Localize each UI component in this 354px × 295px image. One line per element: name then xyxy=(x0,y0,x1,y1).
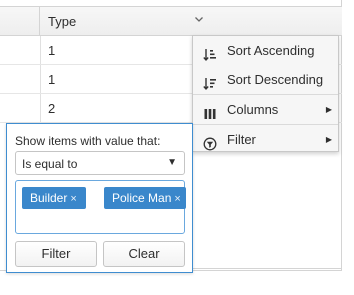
value-tag-builder[interactable]: Builder × xyxy=(22,187,86,209)
sort-descending-icon xyxy=(203,72,217,91)
chevron-down-icon[interactable] xyxy=(192,14,206,28)
menu-item-label: Columns xyxy=(227,102,279,117)
menu-item-sort-descending[interactable]: Sort Descending xyxy=(193,65,338,94)
menu-item-columns[interactable]: Columns ▶ xyxy=(193,95,338,124)
value-multiselect[interactable]: Builder × Police Man × xyxy=(15,180,186,234)
divider xyxy=(180,268,342,269)
menu-item-label: Sort Descending xyxy=(227,72,324,87)
columns-icon xyxy=(203,102,217,119)
menu-item-label: Filter xyxy=(227,132,256,147)
operator-dropdown[interactable]: Is equal to ▼ xyxy=(15,151,185,175)
value-tag-police-man[interactable]: Police Man × xyxy=(104,187,186,209)
column-title-type: Type xyxy=(48,14,77,29)
menu-item-label: Sort Ascending xyxy=(227,43,315,58)
cell-type: 1 xyxy=(48,43,56,58)
remove-tag-icon[interactable]: × xyxy=(174,193,180,205)
clear-button[interactable]: Clear xyxy=(103,241,185,267)
remove-tag-icon[interactable]: × xyxy=(70,193,76,205)
grid-header: Type xyxy=(0,6,342,36)
menu-item-sort-ascending[interactable]: Sort Ascending xyxy=(193,36,338,65)
column-header-type[interactable]: Type xyxy=(40,7,212,35)
tag-label: Builder xyxy=(30,191,68,205)
dropdown-arrow-icon: ▼ xyxy=(167,157,177,168)
submenu-arrow-icon: ▶ xyxy=(325,105,332,114)
cell-type: 2 xyxy=(48,101,56,116)
column-menu: Sort Ascending Sort Descending Columns ▶… xyxy=(192,35,339,152)
filter-icon xyxy=(203,132,217,151)
filter-help-text: Show items with value that: xyxy=(15,134,161,148)
column-header-1[interactable] xyxy=(0,7,40,35)
tag-label: Police Man xyxy=(112,191,172,205)
filter-menu: Show items with value that: Is equal to … xyxy=(6,123,193,273)
submenu-arrow-icon: ▶ xyxy=(325,135,332,144)
cell-type: 1 xyxy=(48,72,56,87)
page: Type 1 1 2 Sort Ascending Sort Descendin… xyxy=(0,0,354,295)
sort-ascending-icon xyxy=(203,43,217,62)
menu-item-filter[interactable]: Filter ▶ xyxy=(193,125,338,154)
operator-value: Is equal to xyxy=(22,157,78,171)
filter-button[interactable]: Filter xyxy=(15,241,97,267)
